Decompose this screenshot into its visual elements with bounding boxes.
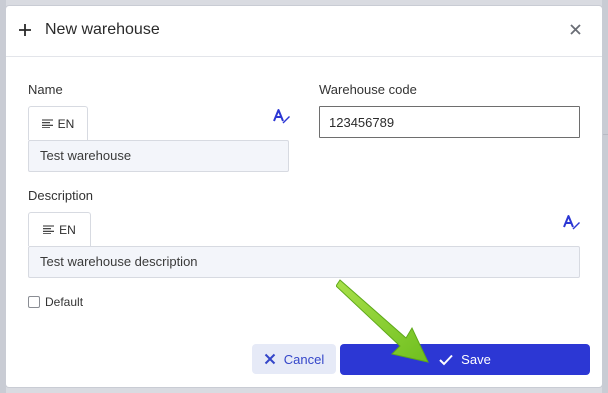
text-lines-icon [43, 225, 55, 234]
cancel-button-label: Cancel [283, 351, 325, 367]
close-icon [264, 353, 275, 365]
new-warehouse-dialog: New warehouse Name EN Test warehouse War… [6, 6, 602, 387]
name-field[interactable]: Test warehouse [28, 140, 289, 172]
default-checkbox-label: Default [45, 295, 84, 309]
description-language-tab[interactable]: EN [28, 212, 91, 246]
close-icon[interactable] [570, 24, 581, 35]
dialog-title: New warehouse [45, 21, 160, 38]
cancel-button[interactable]: Cancel [252, 344, 336, 374]
backdrop-right-edge [602, 0, 608, 393]
check-icon [439, 354, 453, 365]
warehouse-code-input[interactable] [319, 106, 580, 138]
plus-icon [19, 24, 31, 36]
description-label: Description [28, 188, 94, 203]
name-language-tab[interactable]: EN [28, 106, 88, 140]
description-field[interactable]: Test warehouse description [28, 246, 580, 278]
name-label: Name [28, 82, 63, 97]
backdrop-divider [602, 134, 608, 135]
default-checkbox[interactable] [28, 296, 40, 308]
text-lines-icon [41, 119, 53, 128]
warehouse-code-label: Warehouse code [319, 82, 417, 97]
save-button[interactable]: Save [340, 344, 590, 375]
translate-icon[interactable] [563, 214, 581, 230]
translate-icon[interactable] [273, 108, 291, 124]
description-language-label: EN [59, 222, 76, 237]
save-button-label: Save [461, 352, 491, 367]
dialog-header: New warehouse [6, 6, 602, 57]
name-language-label: EN [57, 116, 75, 131]
